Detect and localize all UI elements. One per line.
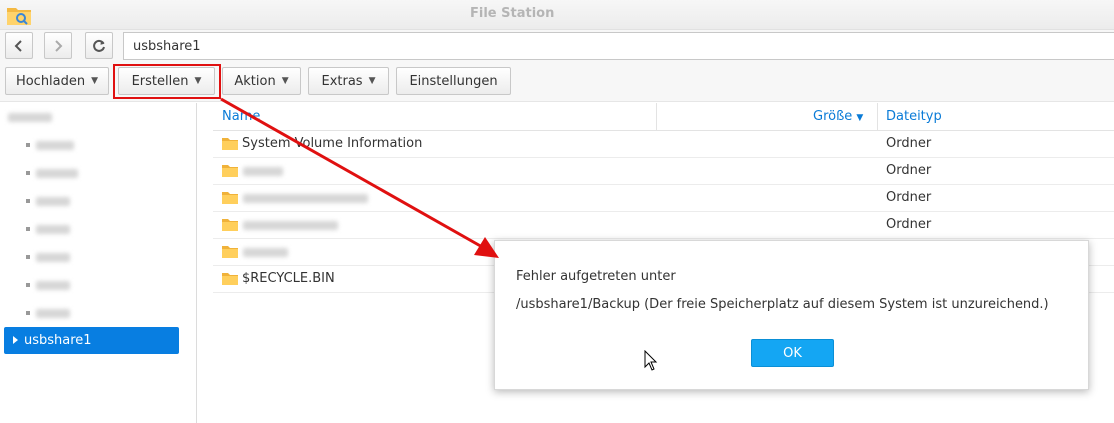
extras-label: Extras bbox=[321, 73, 363, 89]
redacted-label bbox=[36, 196, 70, 206]
folder-icon bbox=[222, 165, 238, 177]
action-label: Aktion bbox=[234, 73, 276, 89]
bullet-icon bbox=[26, 227, 30, 231]
upload-button[interactable]: Hochladen ▼ bbox=[5, 67, 109, 95]
extras-button[interactable]: Extras ▼ bbox=[308, 67, 389, 95]
file-list-header: Name Größe ▼ Dateityp bbox=[213, 103, 1114, 131]
window-title: File Station bbox=[470, 6, 555, 21]
bullet-icon bbox=[26, 143, 30, 147]
redacted-label bbox=[36, 252, 70, 262]
caret-down-icon: ▼ bbox=[368, 76, 376, 86]
folder-icon bbox=[222, 192, 238, 204]
folder-icon bbox=[222, 246, 238, 258]
redacted-label bbox=[36, 280, 70, 290]
tree-root-item[interactable] bbox=[8, 108, 52, 126]
redacted-label bbox=[36, 168, 78, 178]
table-row[interactable]: Ordner bbox=[213, 212, 1114, 239]
tree-item[interactable] bbox=[26, 136, 74, 154]
row-type: Ordner bbox=[886, 163, 932, 178]
redacted-label bbox=[243, 194, 368, 203]
error-message-detail: /usbshare1/Backup (Der freie Speicherpla… bbox=[516, 297, 1049, 312]
folder-icon bbox=[222, 219, 238, 231]
folder-tree: usbshare1 bbox=[0, 103, 197, 423]
tree-item[interactable] bbox=[26, 304, 70, 322]
row-name: System Volume Information bbox=[242, 136, 423, 151]
row-type: Ordner bbox=[886, 217, 932, 232]
bullet-icon bbox=[26, 311, 30, 315]
redacted-label bbox=[243, 221, 338, 230]
navigation-bar: usbshare1 bbox=[0, 30, 1114, 62]
path-input[interactable]: usbshare1 bbox=[123, 32, 1114, 60]
caret-down-icon: ▼ bbox=[281, 76, 289, 86]
settings-label: Einstellungen bbox=[409, 73, 498, 89]
column-size-label: Größe bbox=[813, 109, 853, 124]
tree-item[interactable] bbox=[26, 220, 70, 238]
redacted-label bbox=[36, 224, 70, 234]
redacted-label bbox=[243, 248, 288, 257]
bullet-icon bbox=[26, 199, 30, 203]
row-name: $RECYCLE.BIN bbox=[242, 271, 335, 286]
redacted-label bbox=[8, 112, 52, 122]
table-row[interactable]: Ordner bbox=[213, 185, 1114, 212]
tree-item-usbshare1[interactable]: usbshare1 bbox=[4, 327, 179, 354]
column-header-size[interactable]: Größe ▼ bbox=[813, 109, 863, 124]
folder-icon bbox=[222, 273, 238, 285]
forward-icon bbox=[55, 39, 63, 52]
refresh-icon bbox=[93, 39, 105, 52]
cursor-icon bbox=[644, 350, 658, 371]
settings-button[interactable]: Einstellungen bbox=[396, 67, 511, 95]
redacted-label bbox=[36, 308, 70, 318]
folder-icon bbox=[222, 138, 238, 150]
back-icon bbox=[14, 39, 22, 52]
refresh-button[interactable] bbox=[85, 32, 113, 59]
redacted-label bbox=[36, 140, 74, 150]
action-button[interactable]: Aktion ▼ bbox=[222, 67, 301, 95]
forward-button[interactable] bbox=[44, 32, 72, 59]
row-type: Ordner bbox=[886, 190, 932, 205]
column-divider bbox=[877, 103, 878, 131]
column-header-type[interactable]: Dateityp bbox=[886, 109, 942, 124]
tree-item[interactable] bbox=[26, 192, 70, 210]
expand-arrow-icon bbox=[13, 336, 18, 344]
annotation-highlight-box bbox=[113, 64, 221, 99]
bullet-icon bbox=[26, 171, 30, 175]
upload-label: Hochladen bbox=[15, 73, 86, 89]
tree-item[interactable] bbox=[26, 164, 78, 182]
redacted-label bbox=[243, 167, 283, 176]
table-row[interactable]: Ordner bbox=[213, 158, 1114, 185]
error-dialog: Fehler aufgetreten unter /usbshare1/Back… bbox=[494, 240, 1089, 390]
caret-down-icon: ▼ bbox=[91, 76, 99, 86]
column-header-name[interactable]: Name bbox=[222, 109, 260, 124]
tree-item[interactable] bbox=[26, 276, 70, 294]
bullet-icon bbox=[26, 283, 30, 287]
tree-item-label: usbshare1 bbox=[24, 333, 92, 348]
table-row[interactable]: System Volume Information Ordner bbox=[213, 131, 1114, 158]
tree-item[interactable] bbox=[26, 248, 70, 266]
bullet-icon bbox=[26, 255, 30, 259]
row-type: Ordner bbox=[886, 136, 932, 151]
back-button[interactable] bbox=[5, 32, 33, 59]
title-bar: File Station bbox=[0, 0, 1114, 30]
column-divider bbox=[656, 103, 657, 131]
sort-caret-icon: ▼ bbox=[856, 113, 864, 123]
ok-button[interactable]: OK bbox=[751, 339, 834, 367]
error-message-title: Fehler aufgetreten unter bbox=[516, 269, 676, 284]
